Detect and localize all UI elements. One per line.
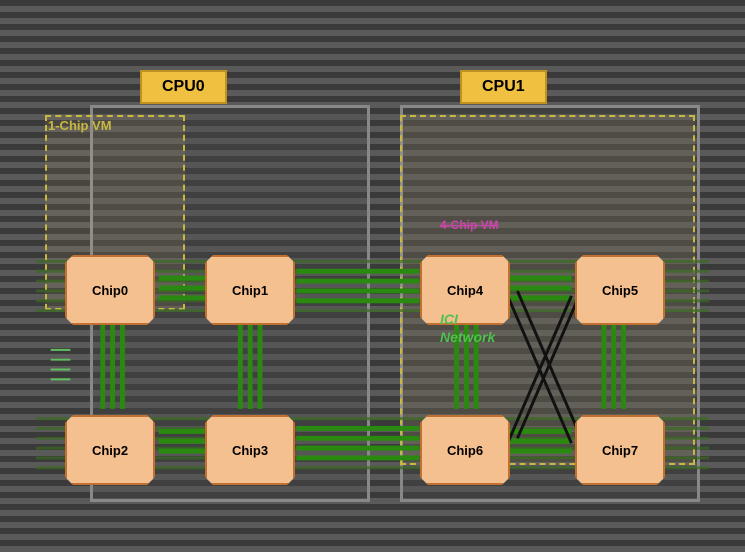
chip5: Chip5 [575,255,665,325]
chip1: Chip1 [205,255,295,325]
chip2: Chip2 [65,415,155,485]
main-diagram-area: CPU0 CPU1 1-Chip VM 4-Chip VM ICINetwork [30,60,715,512]
vm-label: 1-Chip VM [48,118,112,133]
chip7: Chip7 [575,415,665,485]
chip6: Chip6 [420,415,510,485]
chip3: Chip3 [205,415,295,485]
cpu0-label: CPU0 [140,70,227,104]
fourchip-label: 4-Chip VM [440,218,499,232]
ici-network-label: ICINetwork [440,310,495,346]
chip0: Chip0 [65,255,155,325]
cpu1-label: CPU1 [460,70,547,104]
